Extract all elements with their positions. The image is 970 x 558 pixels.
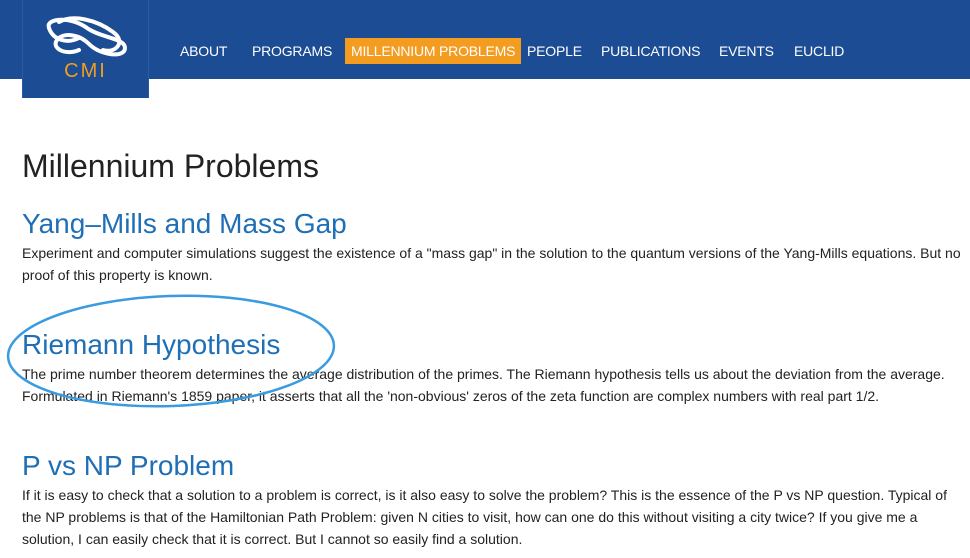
problem-description-p-vs-np: If it is easy to check that a solution t… (22, 487, 947, 547)
problem-description-riemann: The prime number theorem determines the … (22, 366, 945, 404)
problem-title-yang-mills[interactable]: Yang–Mills and Mass Gap (22, 207, 962, 241)
knot-logo-icon (46, 16, 128, 57)
nav-publications[interactable]: PUBLICATIONS (601, 38, 700, 64)
nav-euclid[interactable]: EUCLID (794, 38, 844, 64)
problem-title-p-vs-np[interactable]: P vs NP Problem (22, 449, 962, 483)
nav-programs[interactable]: PROGRAMS (252, 38, 332, 64)
cmi-logo[interactable]: CMI (22, 0, 149, 98)
nav-about[interactable]: ABOUT (180, 38, 227, 64)
page: ABOUT PROGRAMS MILLENNIUM PROBLEMS PEOPL… (0, 0, 970, 558)
nav-events[interactable]: EVENTS (719, 38, 774, 64)
nav-millennium-problems[interactable]: MILLENNIUM PROBLEMS (345, 38, 522, 64)
nav-people[interactable]: PEOPLE (527, 38, 582, 64)
problem-title-riemann[interactable]: Riemann Hypothesis (22, 328, 962, 362)
page-title: Millennium Problems (22, 148, 319, 184)
problem-p-vs-np: P vs NP Problem If it is easy to check t… (22, 449, 962, 550)
problem-yang-mills: Yang–Mills and Mass Gap Experiment and c… (22, 207, 962, 286)
logo-text: CMI (64, 60, 107, 82)
problem-description-yang-mills: Experiment and computer simulations sugg… (22, 245, 961, 283)
problem-riemann: Riemann Hypothesis The prime number theo… (22, 328, 962, 407)
